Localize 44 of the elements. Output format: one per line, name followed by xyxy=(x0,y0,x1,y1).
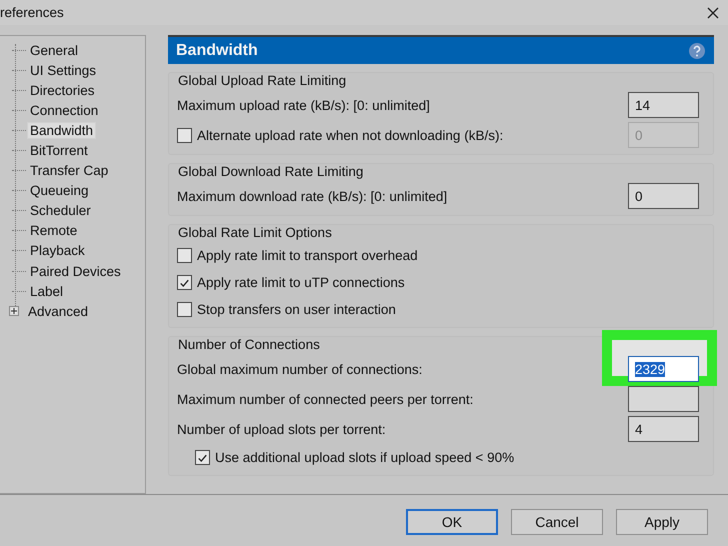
sidebar-item[interactable]: Label xyxy=(28,284,66,299)
sidebar-item[interactable]: Paired Devices xyxy=(28,264,123,279)
group-title: Number of Connections xyxy=(177,337,321,352)
sidebar-item[interactable]: Queueing xyxy=(28,183,91,198)
group-title: Global Rate Limit Options xyxy=(177,225,333,240)
sidebar-item[interactable]: Transfer Cap xyxy=(28,163,110,178)
checkbox[interactable] xyxy=(195,450,210,464)
checkbox[interactable] xyxy=(177,302,192,316)
window-title: references xyxy=(0,5,64,20)
expand-icon[interactable] xyxy=(9,306,19,316)
checkbox-label: Use additional upload slots if upload speed < 90% xyxy=(215,450,516,464)
sidebar-item[interactable]: General xyxy=(28,42,80,58)
checkbox-label: Stop transfers on user interaction xyxy=(197,302,397,316)
sidebar-item[interactable]: Remote xyxy=(28,223,80,238)
dialog-button[interactable]: OK xyxy=(406,509,498,535)
field-label: Number of upload slots per torrent: xyxy=(177,422,387,436)
field-label: Maximum download rate (kB/s): [0: unlimited] xyxy=(177,188,448,204)
checkbox-label: Apply rate limit to transport overhead xyxy=(197,248,419,262)
dialog-button[interactable]: Apply xyxy=(616,509,708,535)
sidebar-item[interactable]: Bandwidth xyxy=(28,122,96,138)
sidebar-item[interactable]: Directories xyxy=(28,82,97,98)
sidebar-item[interactable]: Connection xyxy=(28,102,100,118)
sidebar-item[interactable]: Advanced xyxy=(26,304,90,319)
input-field[interactable]: 4 xyxy=(628,416,699,442)
group-title: Global Download Rate Limiting xyxy=(177,164,364,179)
checkbox-label: Apply rate limit to uTP connections xyxy=(197,274,406,290)
group-title: Global Upload Rate Limiting xyxy=(177,73,348,88)
checkbox[interactable] xyxy=(177,248,192,262)
dialog-button[interactable]: Cancel xyxy=(511,509,603,535)
field-label: Maximum number of connected peers per torrent: xyxy=(177,392,474,406)
sidebar-item[interactable]: BitTorrent xyxy=(28,143,90,158)
field-label: Maximum upload rate (kB/s): [0: unlimited] xyxy=(177,98,431,112)
sidebar-item[interactable]: Scheduler xyxy=(28,203,93,218)
input-field[interactable]: 0 xyxy=(628,183,699,209)
field-label: Global maximum number of connections: xyxy=(177,362,424,376)
input-field[interactable]: 2329 xyxy=(628,356,699,382)
help-icon[interactable] xyxy=(688,42,706,60)
sidebar-item[interactable]: Playback xyxy=(28,243,87,258)
input-field[interactable] xyxy=(628,386,699,412)
checkbox-label: Alternate upload rate when not downloading (kB/s): xyxy=(197,128,504,142)
input-field[interactable]: 14 xyxy=(628,92,699,118)
checkbox[interactable] xyxy=(177,274,192,290)
section-title: Bandwidth xyxy=(176,42,258,60)
sidebar-item[interactable]: UI Settings xyxy=(28,62,98,78)
